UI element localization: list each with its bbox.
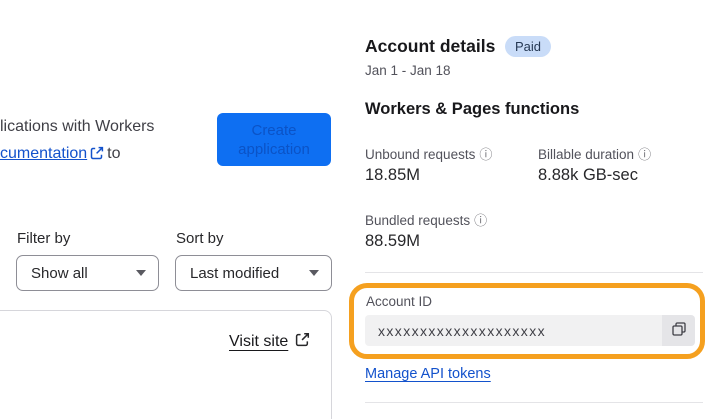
- metric-label-text: Unbound requests: [365, 147, 476, 162]
- chevron-down-icon: [309, 270, 319, 276]
- divider: [365, 402, 703, 403]
- metric-label-text: Bundled requests: [365, 213, 471, 228]
- divider: [365, 272, 703, 273]
- filter-dropdown-value: Show all: [31, 264, 88, 282]
- metric-label-billable-duration: Billable duration ⓘ: [538, 144, 651, 163]
- external-link-icon: [295, 332, 310, 352]
- workers-pages-functions-title: Workers & Pages functions: [365, 100, 580, 118]
- intro-line-1: lications with Workers: [0, 118, 155, 135]
- project-card: [0, 310, 332, 419]
- sort-by-label: Sort by: [176, 230, 224, 247]
- metric-label-bundled-requests: Bundled requests ⓘ: [365, 210, 487, 229]
- filter-dropdown[interactable]: Show all: [16, 255, 159, 291]
- metric-value-unbound-requests: 18.85M: [365, 166, 421, 184]
- info-icon[interactable]: ⓘ: [638, 147, 651, 162]
- metric-value-billable-duration: 8.88k GB-sec: [538, 166, 638, 184]
- info-icon[interactable]: ⓘ: [479, 147, 492, 162]
- copy-button[interactable]: [662, 315, 695, 346]
- filter-by-label: Filter by: [17, 230, 71, 247]
- chevron-down-icon: [136, 270, 146, 276]
- account-id-label: Account ID: [366, 294, 433, 309]
- paid-badge: Paid: [505, 36, 552, 57]
- metric-value-bundled-requests: 88.59M: [365, 232, 421, 250]
- metric-label-text: Billable duration: [538, 147, 635, 162]
- visit-site-link[interactable]: Visit site: [229, 332, 313, 352]
- date-range: Jan 1 - Jan 18: [365, 63, 451, 78]
- app-root: lications with Workers cumentation to Cre…: [0, 0, 718, 419]
- sort-dropdown-value: Last modified: [190, 264, 280, 282]
- info-icon[interactable]: ⓘ: [474, 213, 487, 228]
- account-details-title: Account details: [365, 36, 496, 56]
- intro-after-link: to: [107, 145, 121, 162]
- manage-api-tokens-link[interactable]: Manage API tokens: [365, 366, 491, 382]
- metric-label-unbound-requests: Unbound requests ⓘ: [365, 144, 492, 163]
- sort-dropdown[interactable]: Last modified: [175, 255, 332, 291]
- copy-icon: [671, 321, 687, 340]
- account-id-row: [365, 315, 695, 346]
- intro-text: lications with Workers cumentation to: [0, 113, 154, 169]
- account-id-input[interactable]: [365, 315, 662, 346]
- documentation-link[interactable]: cumentation: [0, 145, 87, 162]
- visit-site-label: Visit site: [229, 333, 289, 350]
- intro-line-2: cumentation to: [0, 140, 154, 169]
- external-link-icon: [90, 142, 104, 169]
- create-application-button[interactable]: Create application: [217, 113, 331, 166]
